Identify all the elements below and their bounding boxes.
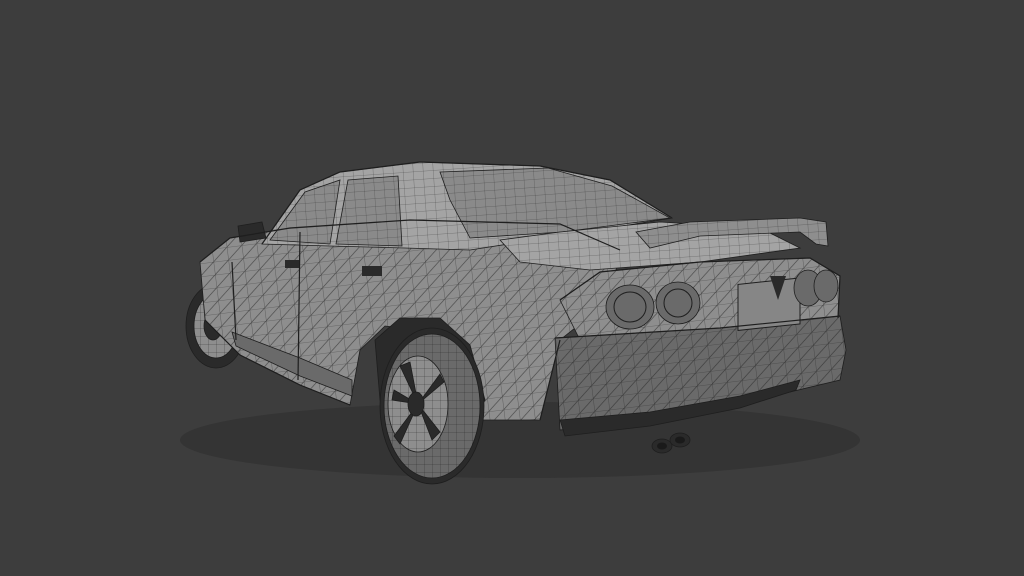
side-mirror [237,221,267,243]
rear-door-handle [362,266,382,276]
near-rear-wheel [379,327,485,485]
car-wireframe-model[interactable] [0,0,1024,576]
3d-viewport[interactable] [0,0,1024,576]
front-door-handle [285,260,299,268]
